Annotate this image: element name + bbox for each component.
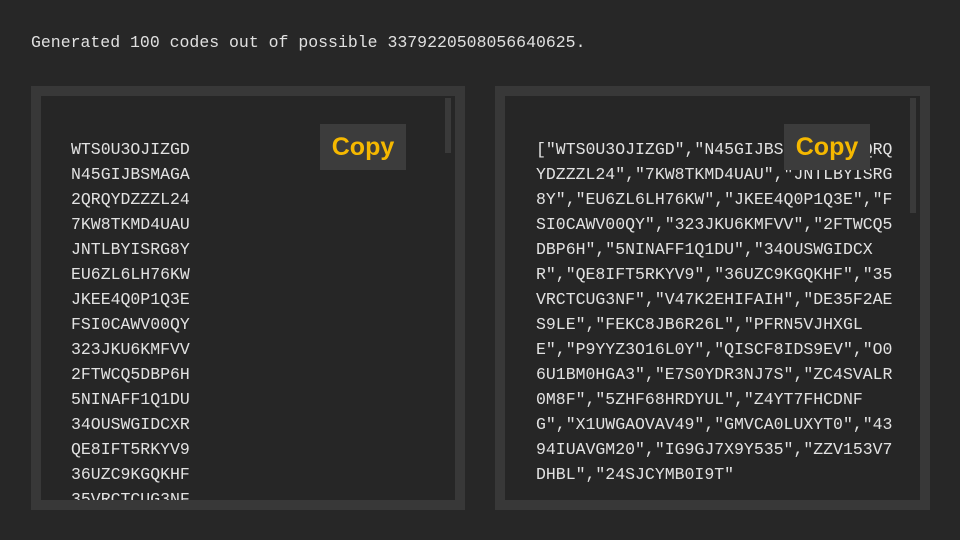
- code-list-item: 34OUSWGIDCXR: [71, 415, 190, 434]
- code-list-item: 36UZC9KGQKHF: [71, 465, 190, 484]
- copy-list-button[interactable]: Copy: [320, 124, 406, 170]
- code-list-item: WTS0U3OJIZGD: [71, 140, 190, 159]
- code-list: WTS0U3OJIZGD N45GIJBSMAGA 2QRQYDZZZL24 7KW8…: [71, 137, 190, 500]
- json-array-scroll-area[interactable]: ["WTS0U3OJIZGD","N45GIJBSMAGA","2QRQYDZZ…: [505, 96, 920, 500]
- code-list-item: QE8IFT5RKYV9: [71, 440, 190, 459]
- code-list-panel: WTS0U3OJIZGD N45GIJBSMAGA 2QRQYDZZZL24 7KW8…: [31, 86, 465, 510]
- json-array-panel: ["WTS0U3OJIZGD","N45GIJBSMAGA","2QRQYDZZ…: [495, 86, 930, 510]
- code-list-item: JNTLBYISRG8Y: [71, 240, 190, 259]
- code-list-item: 2FTWCQ5DBP6H: [71, 365, 190, 384]
- json-array-text: ["WTS0U3OJIZGD","N45GIJBSMAGA","2QRQYDZZ…: [536, 140, 893, 484]
- code-list-item: 35VRCTCUG3NF: [71, 490, 190, 500]
- copy-json-button[interactable]: Copy: [784, 124, 870, 170]
- code-list-item: 5NINAFF1Q1DU: [71, 390, 190, 409]
- json-array-scrollbar[interactable]: [910, 98, 916, 213]
- code-list-item: 323JKU6KMFVV: [71, 340, 190, 359]
- code-list-item: JKEE4Q0P1Q3E: [71, 290, 190, 309]
- code-list-item: FSI0CAWV00QY: [71, 315, 190, 334]
- code-list-item: 2QRQYDZZZL24: [71, 190, 190, 209]
- code-list-scroll-area[interactable]: WTS0U3OJIZGD N45GIJBSMAGA 2QRQYDZZZL24 7KW8…: [41, 96, 455, 500]
- code-list-item: EU6ZL6LH76KW: [71, 265, 190, 284]
- generation-summary: Generated 100 codes out of possible 3379…: [31, 33, 586, 52]
- code-list-item: 7KW8TKMD4UAU: [71, 215, 190, 234]
- code-list-item: N45GIJBSMAGA: [71, 165, 190, 184]
- code-list-scrollbar[interactable]: [445, 98, 451, 153]
